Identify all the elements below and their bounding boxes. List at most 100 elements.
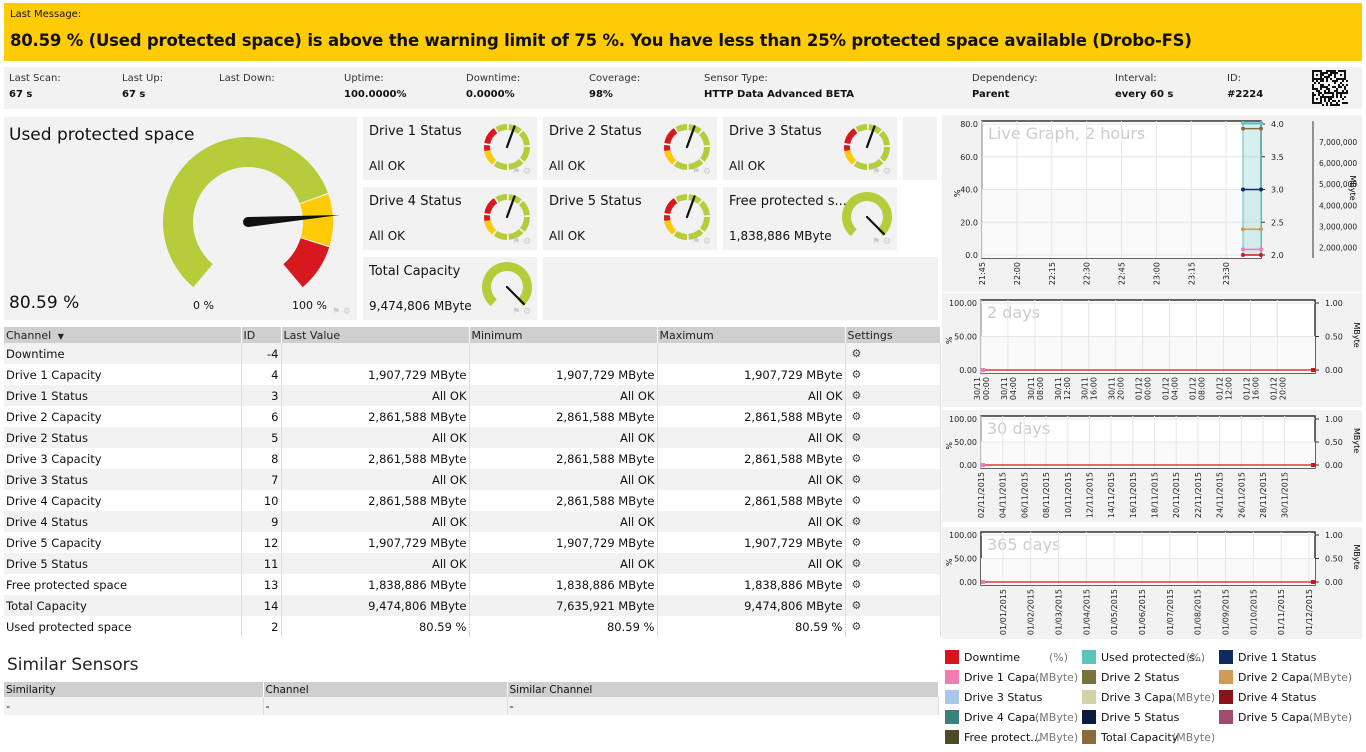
column-header[interactable]: Channel [263, 682, 508, 697]
gear-icon[interactable]: ⚙ [845, 406, 941, 427]
pin-gear-icons[interactable]: ⚑ ⚙ [872, 237, 891, 247]
channel-row[interactable]: Drive 4 Capacity 10 2,861,588 MByte 2,861,5… [4, 490, 941, 511]
column-header[interactable]: ID [241, 327, 282, 343]
channel-row[interactable]: Drive 5 Status 11 All OK All OK All OK ⚙ [4, 553, 941, 574]
channel-row[interactable]: Total Capacity 14 9,474,806 MByte 7,635,921… [4, 595, 941, 616]
similar-cell: - [4, 697, 264, 715]
legend-label: Drive 1 Capa... [964, 670, 1046, 684]
sensor-tile[interactable]: Total Capacity 9,474,806 MByte ⚑ ⚙ [363, 257, 537, 320]
legend-item[interactable]: Drive 4 Status [1219, 690, 1316, 704]
last-value: 2,861,588 MByte [281, 406, 470, 427]
legend-label: Total Capacity [1101, 730, 1179, 744]
y2-tick-label: 1.00 [1325, 531, 1343, 540]
pin-gear-icons[interactable]: ⚑ ⚙ [512, 237, 531, 247]
sensor-tile[interactable]: Drive 1 Status All OK ⚑ ⚙ [363, 117, 537, 180]
legend-swatch [1082, 650, 1096, 664]
qr-code-icon[interactable] [1312, 70, 1348, 106]
y-tick-label: 50.00 [954, 555, 977, 564]
graph-title: 365 days [987, 535, 1060, 554]
empty-tile-area [543, 257, 938, 320]
channel-row[interactable]: Drive 2 Status 5 All OK All OK All OK ⚙ [4, 427, 941, 448]
column-header[interactable]: Last Value [281, 327, 470, 343]
y2-axis-label: MByte [1352, 428, 1361, 453]
x-tick-label: 22:45 [1118, 262, 1127, 285]
similar-cell: - [507, 697, 939, 715]
channel-row[interactable]: Drive 1 Status 3 All OK All OK All OK ⚙ [4, 385, 941, 406]
sensor-tile[interactable]: Free protected s... 1,838,886 MByte ⚑ ⚙ [723, 187, 897, 250]
gear-icon[interactable]: ⚙ [845, 343, 941, 364]
column-header[interactable]: Minimum [469, 327, 658, 343]
sensor-tile[interactable]: Drive 2 Status All OK ⚑ ⚙ [543, 117, 717, 180]
legend-item[interactable]: Drive 4 Capa... (MByte) [945, 710, 1078, 724]
channel-row[interactable]: Drive 3 Capacity 8 2,861,588 MByte 2,861,58… [4, 448, 941, 469]
status-gauge-icon [484, 194, 530, 240]
gear-icon[interactable]: ⚙ [845, 511, 941, 532]
gear-icon[interactable]: ⚙ [845, 574, 941, 595]
channel-row[interactable]: Drive 5 Capacity 12 1,907,729 MByte 1,907,7… [4, 532, 941, 553]
sensor-tile[interactable]: Drive 3 Status All OK ⚑ ⚙ [723, 117, 897, 180]
channel-row[interactable]: Free protected space 13 1,838,886 MByte 1,8… [4, 574, 941, 595]
gear-icon[interactable]: ⚙ [845, 469, 941, 490]
column-header[interactable]: Maximum [657, 327, 846, 343]
column-header[interactable]: Similarity [4, 682, 264, 697]
graph-panel[interactable]: 2 days 30/11 00:00 30/11 04:00 30/11 08:00 30/1… [942, 293, 1362, 407]
gear-icon[interactable]: ⚙ [845, 448, 941, 469]
gear-icon[interactable]: ⚙ [845, 595, 941, 616]
sensor-tile[interactable]: Drive 4 Status All OK ⚑ ⚙ [363, 187, 537, 250]
graph-panel[interactable]: 365 days 01/01/2015 01/02/2015 01/03/2015 01… [942, 527, 1362, 639]
x-tick-label: 22:30 [1083, 262, 1092, 285]
maximum-value: 1,838,886 MByte [657, 574, 846, 595]
legend-item[interactable]: Total Capacity (MByte) [1082, 730, 1215, 744]
gear-icon[interactable]: ⚙ [845, 427, 941, 448]
legend-swatch [1082, 670, 1096, 684]
legend-unit: (%) [1186, 650, 1206, 664]
gear-icon[interactable]: ⚙ [845, 532, 941, 553]
legend-item[interactable]: Drive 3 Capa... (MByte) [1082, 690, 1215, 704]
column-header[interactable]: Channel ▼ [4, 327, 242, 343]
gear-icon[interactable]: ⚙ [845, 553, 941, 574]
sensor-tile[interactable]: Drive 5 Status All OK ⚑ ⚙ [543, 187, 717, 250]
channel-row[interactable]: Drive 4 Status 9 All OK All OK All OK ⚙ [4, 511, 941, 532]
gear-icon[interactable]: ⚙ [845, 490, 941, 511]
pin-gear-icons[interactable]: ⚑ ⚙ [872, 167, 891, 177]
legend-item[interactable]: Free protect... (MByte) [945, 730, 1078, 744]
pin-gear-icons[interactable]: ⚑ ⚙ [692, 237, 711, 247]
legend-item[interactable]: Drive 1 Status [1219, 650, 1316, 664]
channel-row[interactable]: Drive 1 Capacity 4 1,907,729 MByte 1,907,72… [4, 364, 941, 385]
legend-label: Drive 1 Status [1238, 650, 1317, 664]
channel-row[interactable]: Downtime -4 ⚙ [4, 343, 941, 364]
legend-item[interactable]: Drive 3 Status [945, 690, 1042, 704]
graph-panel[interactable]: 30 days 02/11/2015 04/11/2015 06/11/2015 08/… [942, 410, 1362, 522]
legend-item[interactable]: Downtime (%) [945, 650, 1068, 664]
main-gauge-panel[interactable]: Used protected space 80.59 % 0 % 100 % ⚑… [4, 117, 357, 320]
legend-item[interactable]: Drive 1 Capa... (MByte) [945, 670, 1078, 684]
graph-panel[interactable]: Live Graph, 2 hours 21:45 22:00 22:15 22:30 2… [942, 115, 1362, 292]
info-value: 67 s [122, 89, 146, 100]
maximum-value: All OK [657, 553, 846, 574]
pin-gear-icons[interactable]: ⚑ ⚙ [332, 307, 351, 317]
legend-swatch [945, 730, 959, 744]
legend-item[interactable]: Drive 2 Capa... (MByte) [1219, 670, 1352, 684]
channel-row[interactable]: Used protected space 2 80.59 % 80.59 % 80.59… [4, 616, 941, 637]
pin-gear-icons[interactable]: ⚑ ⚙ [512, 307, 531, 317]
info-item: ID: #2224 [1227, 73, 1263, 100]
gear-icon[interactable]: ⚙ [845, 364, 941, 385]
column-header[interactable]: Settings [845, 327, 941, 343]
channel-row[interactable]: Drive 2 Capacity 6 2,861,588 MByte 2,861,58… [4, 406, 941, 427]
y-tick-label: 100.00 [949, 415, 977, 424]
y3-tick-label: 2,000,000 [1319, 243, 1357, 252]
x-tick-label: 01/03/2015 [1055, 589, 1064, 635]
x-tick-label: 01/10/2015 [1249, 589, 1258, 635]
pin-gear-icons[interactable]: ⚑ ⚙ [512, 167, 531, 177]
column-header[interactable]: Similar Channel [507, 682, 939, 697]
pin-gear-icons[interactable]: ⚑ ⚙ [692, 167, 711, 177]
maximum-value: All OK [657, 427, 846, 448]
gear-icon[interactable]: ⚙ [845, 385, 941, 406]
gear-icon[interactable]: ⚙ [845, 616, 941, 637]
legend-item[interactable]: Drive 2 Status [1082, 670, 1179, 684]
sort-down-icon[interactable]: ▼ [55, 332, 64, 341]
legend-item[interactable]: Drive 5 Status [1082, 710, 1179, 724]
legend-item[interactable]: Used protected s... (%) [1082, 650, 1205, 664]
channel-row[interactable]: Drive 3 Status 7 All OK All OK All OK ⚙ [4, 469, 941, 490]
legend-item[interactable]: Drive 5 Capa... (MByte) [1219, 710, 1352, 724]
